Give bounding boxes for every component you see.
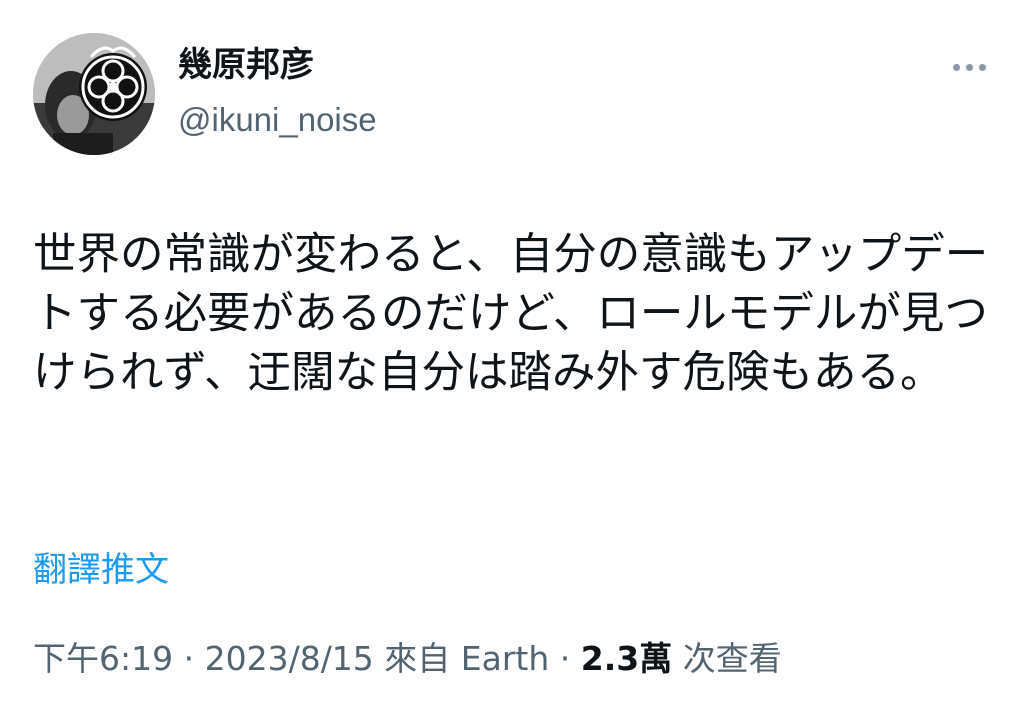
profile-avatar-emblem-icon [33, 33, 155, 155]
tweet-date[interactable]: 2023/8/15 [205, 639, 374, 678]
tweet-metadata: 下午6:19 · 2023/8/15 來自 Earth · 2.3萬 次查看 [33, 636, 782, 682]
user-handle[interactable]: @ikuni_noise [178, 97, 377, 143]
tweet-text: 世界の常識が変わると、自分の意識もアップデートする必要があるのだけど、ロールモデ… [33, 230, 989, 398]
user-avatar[interactable] [33, 33, 155, 155]
meta-separator: · [549, 639, 581, 678]
views-count[interactable]: 2.3萬 [581, 639, 672, 678]
tweet-card: 幾原邦彦 @ikuni_noise 世界の常識が変わると、自分の意識もアップデー… [0, 0, 1024, 712]
more-horizontal-icon-dot [965, 63, 973, 71]
tweet-source: 來自 Earth [373, 639, 550, 678]
meta-separator: · [173, 639, 205, 678]
more-horizontal-icon [952, 63, 960, 71]
tweet-time[interactable]: 下午6:19 [33, 639, 173, 678]
more-horizontal-icon-dot [978, 63, 986, 71]
display-name[interactable]: 幾原邦彦 [178, 42, 314, 88]
views-label: 次查看 [672, 639, 782, 678]
translate-tweet-link[interactable]: 翻譯推文 [33, 547, 169, 593]
more-options-button[interactable] [944, 52, 994, 82]
